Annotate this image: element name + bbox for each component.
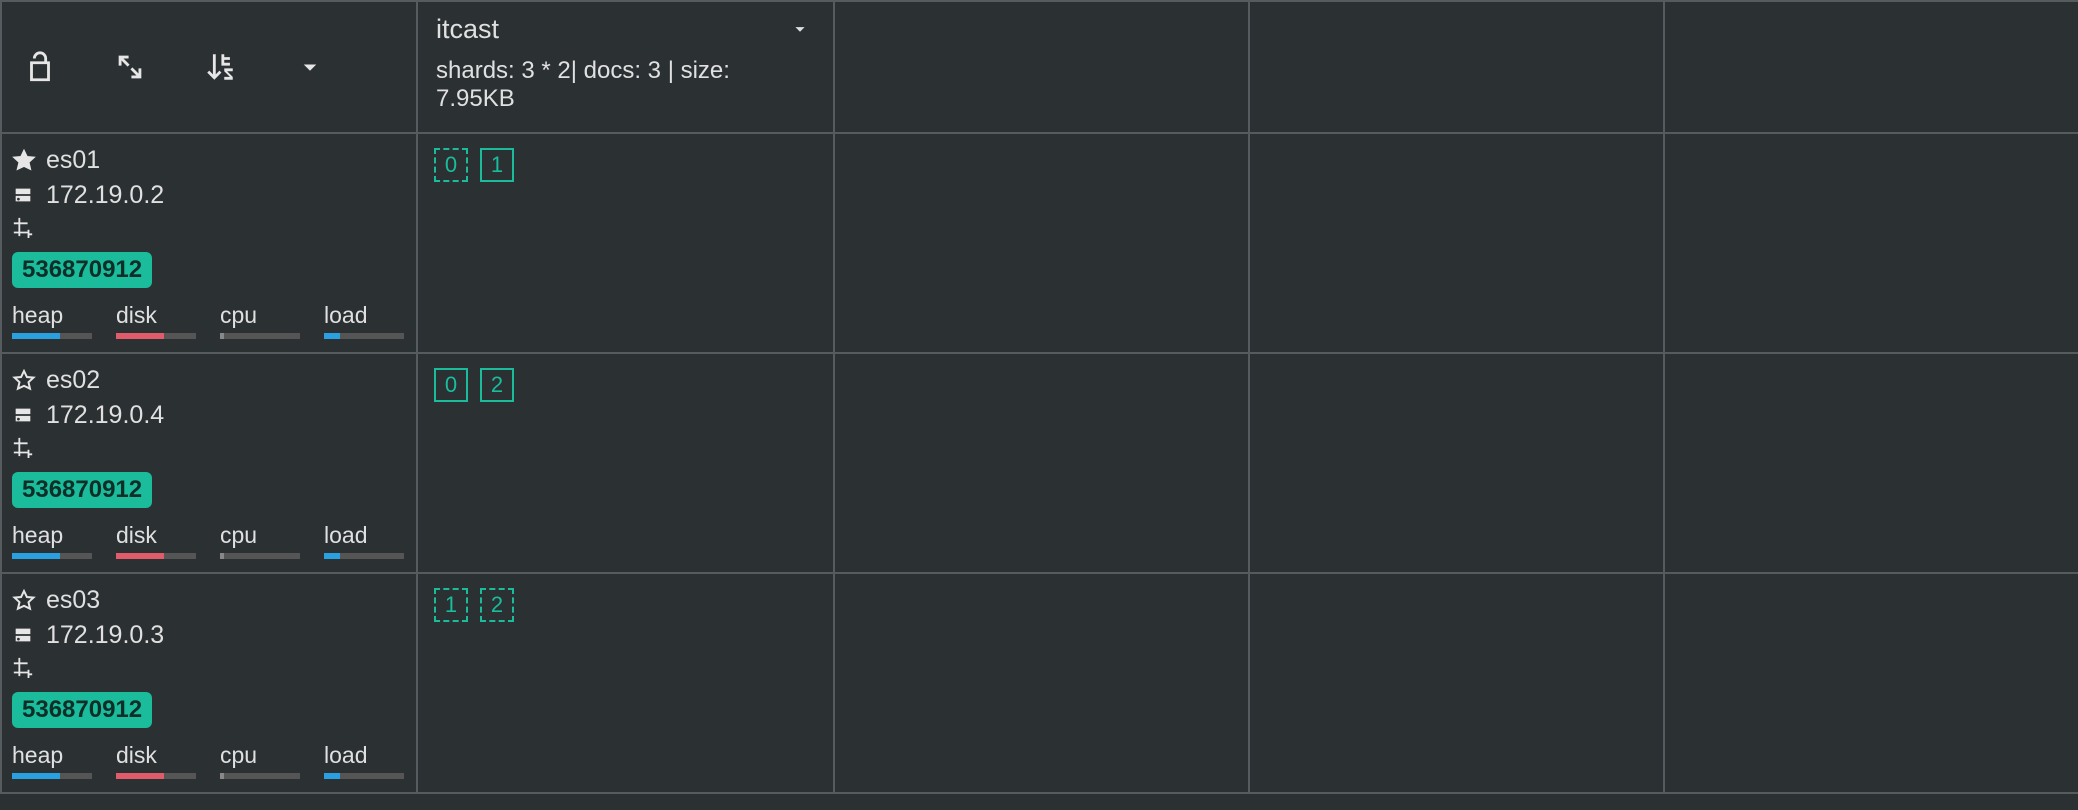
empty-cell (1664, 133, 2078, 353)
node-cell[interactable]: es03 172.19.0.3 536870912 heap disk (2, 574, 416, 792)
cluster-overview-table: itcast shards: 3 * 2| docs: 3 | size: 7.… (0, 0, 2078, 794)
metric-load: load (324, 522, 404, 559)
shard-primary[interactable]: 1 (480, 148, 514, 182)
metric-cpu: cpu (220, 522, 300, 559)
shard-replica[interactable]: 2 (480, 588, 514, 622)
empty-cell (1249, 133, 1664, 353)
node-name: es02 (46, 366, 100, 395)
shard-cell: 02 (418, 354, 833, 416)
node-name: es03 (46, 586, 100, 615)
star-outline-icon (12, 589, 36, 613)
shard-primary[interactable]: 2 (480, 368, 514, 402)
node-cell[interactable]: es02 172.19.0.4 536870912 heap disk (2, 354, 416, 572)
node-metrics: heap disk cpu load (12, 302, 406, 339)
node-ip: 172.19.0.2 (46, 181, 164, 210)
caret-down-icon[interactable] (290, 47, 330, 87)
index-header[interactable]: itcast shards: 3 * 2| docs: 3 | size: 7.… (418, 2, 833, 132)
node-row: es02 172.19.0.4 536870912 heap disk (1, 353, 2078, 573)
expand-icon[interactable] (110, 47, 150, 87)
crop-icon (12, 656, 36, 680)
metric-heap: heap (12, 522, 92, 559)
empty-cell (1249, 573, 1664, 793)
shard-primary[interactable]: 0 (434, 368, 468, 402)
crop-icon (12, 216, 36, 240)
shard-replica[interactable]: 1 (434, 588, 468, 622)
node-name: es01 (46, 146, 100, 175)
node-tag: 536870912 (12, 472, 152, 508)
node-row: es03 172.19.0.3 536870912 heap disk (1, 573, 2078, 793)
node-metrics: heap disk cpu load (12, 742, 406, 779)
toolbar (2, 2, 416, 132)
index-name: itcast (436, 14, 815, 45)
empty-cell (834, 353, 1249, 573)
node-row: es01 172.19.0.2 536870912 heap disk (1, 133, 2078, 353)
crop-icon (12, 436, 36, 460)
empty-cell (834, 573, 1249, 793)
disk-icon (12, 404, 36, 428)
disk-icon (12, 624, 36, 648)
node-ip: 172.19.0.3 (46, 621, 164, 650)
lock-open-icon[interactable] (20, 47, 60, 87)
node-cell[interactable]: es01 172.19.0.2 536870912 heap disk (2, 134, 416, 352)
node-metrics: heap disk cpu load (12, 522, 406, 559)
empty-cell (1664, 573, 2078, 793)
index-menu-caret-icon[interactable] (789, 18, 811, 40)
shard-replica[interactable]: 0 (434, 148, 468, 182)
sort-az-icon[interactable] (200, 47, 240, 87)
metric-heap: heap (12, 742, 92, 779)
header-row: itcast shards: 3 * 2| docs: 3 | size: 7.… (1, 1, 2078, 133)
empty-cell (1664, 353, 2078, 573)
metric-load: load (324, 742, 404, 779)
metric-cpu: cpu (220, 742, 300, 779)
shard-cell: 01 (418, 134, 833, 196)
metric-disk: disk (116, 742, 196, 779)
star-filled-icon (12, 149, 36, 173)
index-stats: shards: 3 * 2| docs: 3 | size: 7.95KB (436, 57, 815, 113)
shard-cell: 12 (418, 574, 833, 636)
metric-load: load (324, 302, 404, 339)
node-ip: 172.19.0.4 (46, 401, 164, 430)
metric-disk: disk (116, 522, 196, 559)
metric-disk: disk (116, 302, 196, 339)
metric-cpu: cpu (220, 302, 300, 339)
star-outline-icon (12, 369, 36, 393)
empty-cell (1249, 353, 1664, 573)
node-tag: 536870912 (12, 692, 152, 728)
empty-cell (834, 133, 1249, 353)
disk-icon (12, 184, 36, 208)
node-tag: 536870912 (12, 252, 152, 288)
metric-heap: heap (12, 302, 92, 339)
